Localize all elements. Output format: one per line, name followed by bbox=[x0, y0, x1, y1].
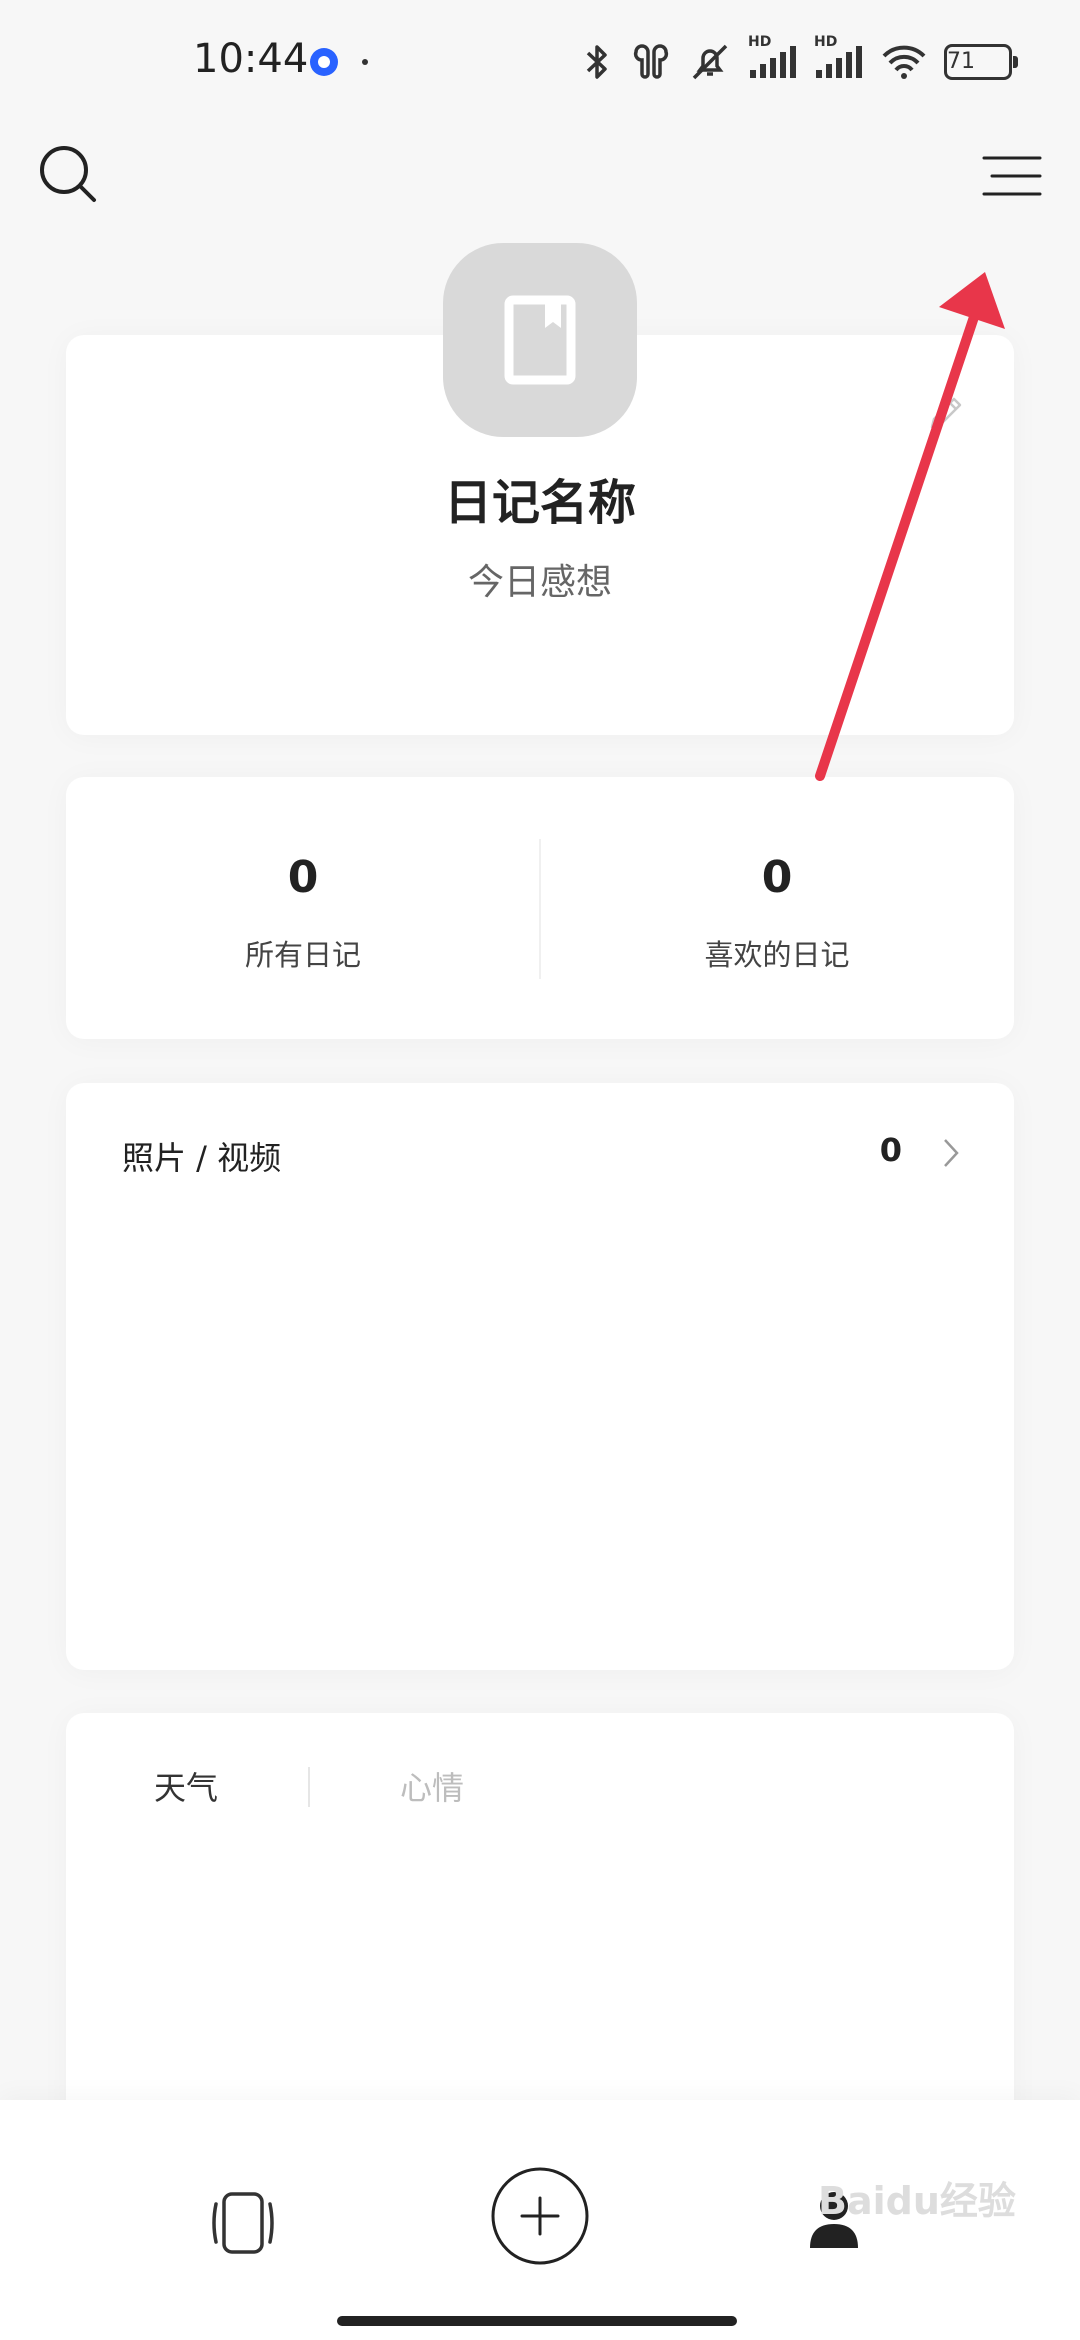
search-button[interactable] bbox=[30, 136, 110, 216]
signal-2-label: HD bbox=[814, 34, 838, 50]
tab-mood[interactable]: 心情 bbox=[400, 1763, 464, 1809]
diary-name: 日记名称 bbox=[443, 475, 636, 531]
edit-button[interactable] bbox=[922, 389, 970, 437]
chevron-right-icon bbox=[944, 1139, 959, 1167]
diary-cover[interactable] bbox=[443, 243, 637, 437]
pencil-icon bbox=[930, 397, 962, 429]
watermark: Baidu经验 bbox=[818, 2179, 1016, 2223]
earbuds-icon bbox=[630, 42, 672, 82]
notification-more-dot bbox=[362, 59, 368, 65]
signal-1-icon: HD bbox=[748, 34, 798, 82]
status-icons: HD HD 71 bbox=[564, 34, 1018, 84]
notification-app-icon bbox=[310, 48, 338, 76]
tab-divider bbox=[308, 1767, 310, 1807]
media-title: 照片 / 视频 bbox=[122, 1139, 282, 1177]
screen: 10:44 HD HD 71 日记名称 今日感想 0 所有日记 0 喜欢的日记 … bbox=[0, 0, 1080, 2340]
status-bar: 10:44 HD HD 71 bbox=[0, 0, 1080, 120]
stats-card: 0 所有日记 0 喜欢的日记 bbox=[66, 777, 1014, 1039]
signal-2-icon: HD bbox=[814, 34, 864, 82]
liked-diaries-label: 喜欢的日记 bbox=[704, 938, 850, 972]
all-diaries-stat[interactable]: 0 所有日记 bbox=[66, 777, 540, 1039]
media-card[interactable]: 照片 / 视频 0 bbox=[66, 1083, 1014, 1670]
media-arrow[interactable] bbox=[936, 1135, 966, 1171]
liked-diaries-count: 0 bbox=[761, 852, 793, 903]
nav-diaries-button[interactable] bbox=[208, 2188, 278, 2258]
diary-book-icon bbox=[504, 295, 576, 385]
mute-bell-icon bbox=[688, 42, 732, 82]
status-time: 10:44 bbox=[193, 36, 309, 82]
media-count: 0 bbox=[879, 1131, 902, 1169]
all-diaries-count: 0 bbox=[287, 852, 319, 903]
wifi-icon bbox=[880, 42, 928, 82]
battery-indicator: 71 bbox=[944, 44, 1018, 80]
search-icon bbox=[40, 146, 96, 202]
menu-button[interactable] bbox=[970, 136, 1050, 216]
diary-description: 今日感想 bbox=[467, 562, 612, 603]
add-diary-button[interactable] bbox=[490, 2166, 590, 2266]
cards-icon bbox=[212, 2192, 274, 2254]
all-diaries-label: 所有日记 bbox=[244, 938, 361, 972]
tab-weather[interactable]: 天气 bbox=[154, 1763, 218, 1809]
bluetooth-icon bbox=[580, 42, 614, 82]
signal-1-label: HD bbox=[748, 34, 772, 50]
home-indicator[interactable] bbox=[337, 2316, 737, 2326]
liked-diaries-stat[interactable]: 0 喜欢的日记 bbox=[540, 777, 1014, 1039]
top-bar bbox=[0, 120, 1080, 250]
plus-icon bbox=[491, 2167, 589, 2265]
menu-icon bbox=[982, 156, 1042, 196]
